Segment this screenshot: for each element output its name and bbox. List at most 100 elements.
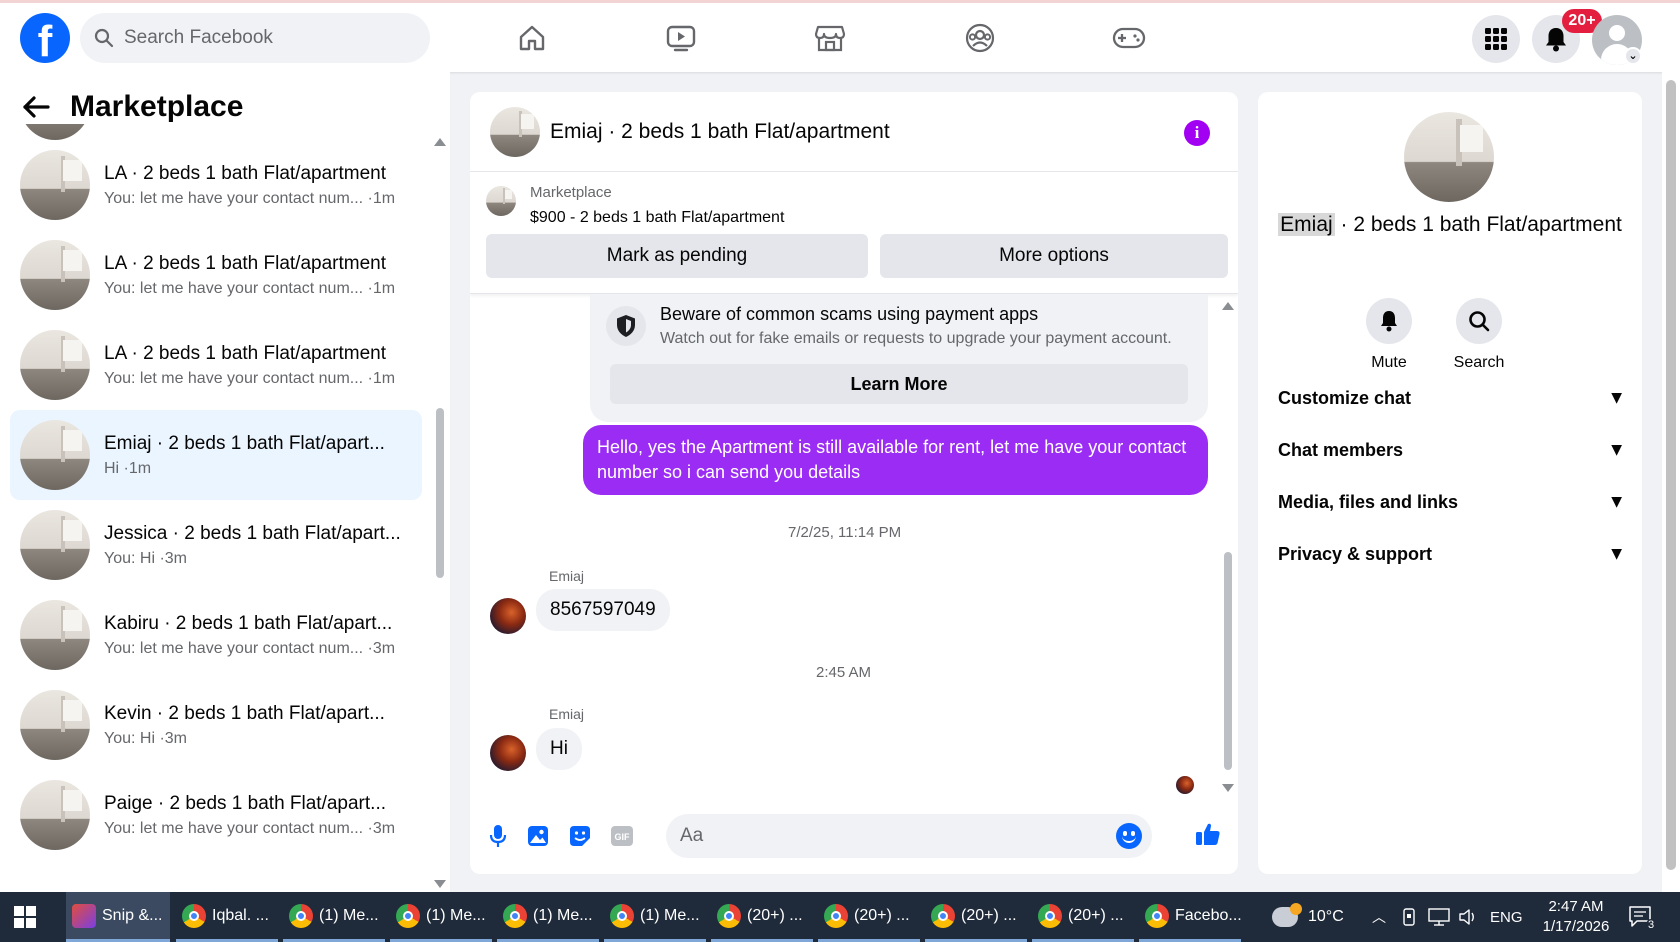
taskbar-item-label: (20+) ... [1068,906,1124,924]
search-conversation-button[interactable]: Search [1444,298,1514,372]
conversation-name: LA · 2 beds 1 bath Flat/apartment [104,252,387,274]
windows-start-icon[interactable] [14,906,36,928]
sender-avatar[interactable] [490,598,526,634]
incoming-message[interactable]: Hi [536,728,582,770]
weather-widget[interactable]: 10°C [1272,892,1344,942]
taskbar-item-chrome[interactable]: (20+) ... [818,892,920,942]
show-hidden-icons-chevron-icon[interactable]: ︿ [1372,892,1386,942]
message-input[interactable] [666,814,1152,858]
marketplace-icon[interactable] [813,21,847,55]
microphone-icon[interactable] [484,822,512,850]
section-label: Chat members [1278,439,1404,460]
conversation-name: Kevin · 2 beds 1 bath Flat/apart... [104,702,385,724]
sidebar-scroll-down-icon[interactable] [434,880,446,888]
section-label: Privacy & support [1278,543,1433,564]
customize-chat-section[interactable]: Customize chat ▼ [1278,378,1622,418]
media-files-links-section[interactable]: Media, files and links ▼ [1278,482,1622,522]
listing-thumbnail[interactable] [486,186,516,216]
conversation-item[interactable]: Jessica · 2 beds 1 bath Flat/apart... You… [10,500,422,590]
sidebar-scroll-up-icon[interactable] [434,138,446,146]
sticker-icon[interactable] [566,822,594,850]
incoming-message[interactable]: 8567597049 [536,589,670,631]
listing-thumbnail [20,420,90,490]
groups-icon[interactable] [963,21,997,55]
back-arrow-icon[interactable] [22,95,50,119]
action-center-icon[interactable]: 3 [1628,892,1664,942]
chat-members-section[interactable]: Chat members ▼ [1278,430,1622,470]
facebook-logo-icon[interactable]: f [20,13,70,63]
device-icon[interactable] [1400,892,1418,942]
taskbar-item-label: (1) Me... [533,906,593,924]
learn-more-button[interactable]: Learn More [610,364,1188,404]
taskbar-item-label: Iqbal. ... [212,906,269,924]
conversation-item[interactable]: LA · 2 beds 1 bath Flat/apartment You: le… [10,320,422,410]
mute-button[interactable]: Mute [1354,298,1424,372]
chat-scroll-down-icon[interactable] [1222,784,1234,792]
chevron-down-icon: ▼ [1611,494,1622,510]
system-clock[interactable]: 2:47 AM 1/17/2026 [1536,897,1616,937]
conversation-list: LA · 2 beds 1 bath Flat/apartment You: le… [10,124,422,892]
page-scrollbar[interactable] [1666,80,1676,870]
section-label: Customize chat [1278,387,1412,408]
taskbar-item-chrome[interactable]: (1) Me... [497,892,599,942]
search-box[interactable] [80,13,430,63]
conversation-item[interactable]: Paige · 2 beds 1 bath Flat/apart... You: … [10,770,422,860]
conversation-item[interactable]: LA · 2 beds 1 bath Flat/apartment You: le… [10,140,422,230]
section-label: Media, files and links [1278,491,1459,512]
conversation-item[interactable]: LA · 2 beds 1 bath Flat/apartment You: le… [10,230,422,320]
taskbar-item-label: (20+) ... [747,906,803,924]
listing-title-rest: · 2 beds 1 bath Flat/apartment [1334,213,1622,236]
taskbar-item-label: Snip &... [102,906,163,924]
chat-scrollbar[interactable] [1224,552,1232,770]
taskbar-item-chrome[interactable]: (1) Me... [283,892,385,942]
timestamp: 7/2/25, 11:14 PM [788,524,902,541]
conversation-name: Kabiru · 2 beds 1 bath Flat/apart... [104,612,393,634]
taskbar-item-chrome[interactable]: (20+) ... [711,892,813,942]
sidebar-scrollbar[interactable] [436,408,444,578]
listing-price[interactable]: $900 - 2 beds 1 bath Flat/apartment [530,209,784,227]
listing-image[interactable] [1404,112,1494,202]
more-options-button[interactable]: More options [880,234,1228,278]
conversation-preview: You: let me have your contact num... ·1m [104,369,396,387]
video-icon[interactable] [664,21,698,55]
sender-avatar[interactable] [490,735,526,771]
conversation-item[interactable]: Kabiru · 2 beds 1 bath Flat/apart... You:… [10,590,422,680]
menu-grid-icon[interactable] [1472,15,1520,63]
taskbar-item-chrome[interactable]: (20+) ... [925,892,1027,942]
taskbar-item-chrome[interactable]: (1) Me... [604,892,706,942]
conversation-name: Paige · 2 beds 1 bath Flat/apart... [104,792,387,814]
chat-scroll-up-icon[interactable] [1222,302,1234,310]
chat-listing-thumbnail[interactable] [490,107,540,157]
outgoing-message[interactable]: Hello, yes the Apartment is still availa… [583,425,1208,495]
taskbar-item-chrome[interactable]: (20+) ... [1032,892,1134,942]
highlighted-name: Emiaj [1278,213,1335,236]
conversation-item-active[interactable]: Emiaj · 2 beds 1 bath Flat/apart... Hi ·1… [10,410,422,500]
chat-title[interactable]: Emiaj · 2 beds 1 bath Flat/apartment [550,120,890,144]
seen-receipt-avatar [1176,776,1194,794]
taskbar-item-snip[interactable]: Snip &... [66,892,170,942]
conversation-preview: You: let me have your contact num... ·3m [104,639,396,657]
taskbar-item-chrome[interactable]: Iqbal. ... [176,892,278,942]
mark-as-pending-button[interactable]: Mark as pending [486,234,868,278]
shield-icon [606,306,646,346]
taskbar-item-chrome[interactable]: (1) Me... [390,892,492,942]
home-icon[interactable] [515,21,549,55]
network-icon[interactable] [1428,892,1450,942]
gaming-icon[interactable] [1112,21,1146,55]
taskbar-item-chrome[interactable]: Facebo... [1139,892,1242,942]
photo-icon[interactable] [524,822,552,850]
conversation-name: LA · 2 beds 1 bath Flat/apartment [104,162,387,184]
snip-app-icon [72,903,96,928]
privacy-support-section[interactable]: Privacy & support ▼ [1278,534,1622,574]
gif-icon[interactable]: GIF [608,822,636,850]
taskbar-item-label: (20+) ... [961,906,1017,924]
emoji-icon[interactable] [1116,823,1142,849]
thumbs-up-icon[interactable] [1194,820,1222,848]
conversation-item[interactable]: Kevin · 2 beds 1 bath Flat/apart... You: … [10,680,422,770]
volume-icon[interactable] [1458,892,1478,942]
sender-name: Emiaj [549,706,585,722]
search-input[interactable] [124,27,404,49]
account-chevron-icon[interactable]: ⌄ [1624,47,1642,65]
info-icon[interactable]: i [1184,120,1210,146]
language-indicator[interactable]: ENG [1490,892,1523,942]
